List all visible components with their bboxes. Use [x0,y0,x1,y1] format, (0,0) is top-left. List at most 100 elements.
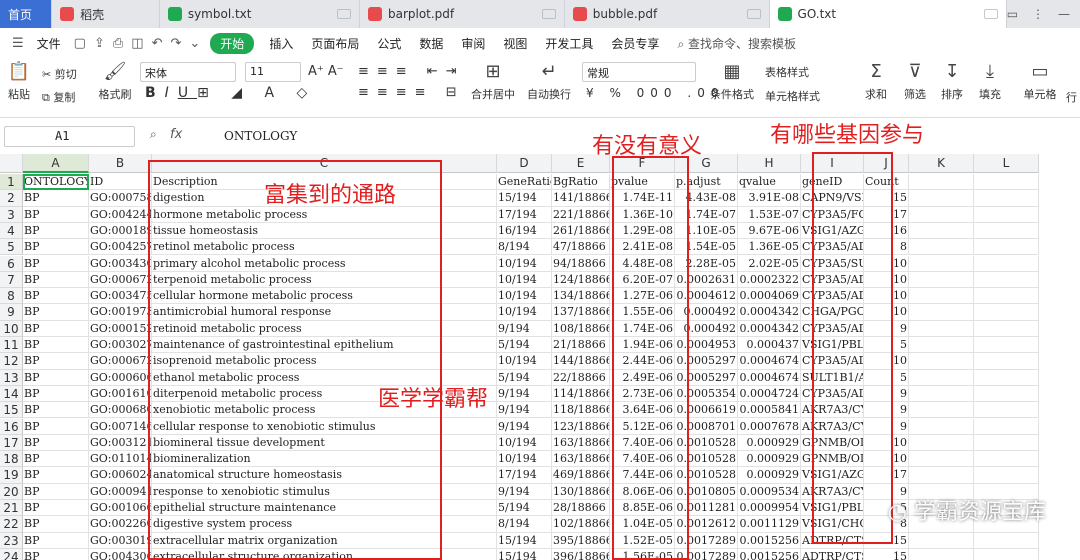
table-cell[interactable]: GO:0030277 [89,337,152,354]
table-cell[interactable]: GO:0007586 [89,190,152,207]
table-cell[interactable]: GO:0009410 [89,483,152,500]
table-cell[interactable] [909,532,974,549]
table-cell[interactable]: 102/18866 [552,516,610,533]
table-cell[interactable]: 47/18866 [552,239,610,256]
table-cell[interactable]: 9/194 [497,320,552,337]
copy-button[interactable]: ⧉ 复制 [42,89,75,105]
tab-4[interactable]: bubble.pdf [565,0,770,28]
table-cell[interactable]: GO:0001523 [89,320,152,337]
table-cell[interactable]: 469/18866 [552,467,610,484]
tab-2[interactable]: symbol.txt [160,0,360,28]
table-cell[interactable]: 9.67E-06 [738,222,801,240]
table-cell[interactable]: 137/18866 [552,304,610,321]
table-cell[interactable]: 15 [864,548,909,560]
row-header[interactable]: 18 [0,451,23,468]
menu-item[interactable]: 审阅 [452,35,494,52]
formula-input[interactable]: ONTOLOGY [224,129,297,143]
font-name-select[interactable]: 宋体 [140,62,236,82]
row-header[interactable]: 5 [0,239,23,256]
table-cell[interactable]: BP [23,271,89,289]
table-cell[interactable]: BP [23,532,89,549]
table-cell[interactable]: 396/18866 [552,548,610,560]
merge-center-button[interactable]: ⊞ 合并居中 [466,62,520,102]
table-cell[interactable]: 15/194 [497,548,552,560]
table-cell[interactable]: 0.000929 [738,451,801,468]
table-cell[interactable]: 10/194 [497,353,552,370]
zoom-icon[interactable]: ⌕ [150,127,157,142]
table-cell[interactable]: 0.0004069 [738,288,801,305]
tab-0[interactable]: 首页 [0,0,53,28]
chevron-down-icon[interactable]: ⌄ [185,36,204,51]
table-cell[interactable] [909,467,974,484]
table-cell[interactable] [909,320,974,337]
table-cell[interactable] [974,548,1039,560]
table-cell[interactable]: 0.000929 [738,467,801,484]
table-cell[interactable] [909,337,974,354]
row-header[interactable]: 12 [0,353,23,370]
tab-5[interactable]: GO.txt [769,0,1007,28]
table-cell[interactable]: GO:0006721 [89,271,152,289]
table-cell[interactable]: 17/194 [497,206,552,223]
table-cell[interactable]: 0.0009534 [738,483,801,500]
format-painter-button[interactable]: 🖌 格式刷 [98,62,132,102]
table-cell[interactable]: 10/194 [497,434,552,452]
table-cell[interactable]: GO:0006067 [89,369,152,386]
table-cell[interactable] [974,304,1039,321]
menu-item[interactable]: 数据 [410,35,452,52]
table-cell[interactable]: BP [23,239,89,256]
window-icon[interactable]: ▭ [1007,7,1018,21]
table-cell[interactable]: BP [23,500,89,517]
table-cell[interactable]: 8/194 [497,239,552,256]
row-header[interactable]: 6 [0,255,23,272]
row-button[interactable]: 行 [1066,89,1077,105]
table-cell[interactable]: BP [23,320,89,337]
tab-window-icon[interactable] [983,9,998,19]
tab-1[interactable]: 稻壳 [52,0,160,28]
table-cell[interactable] [909,239,974,256]
table-cell[interactable]: 0.0004342 [738,320,801,337]
row-header[interactable]: 4 [0,222,23,240]
font-grow-icon[interactable]: A⁺ A⁻ [308,64,344,79]
table-cell[interactable]: GeneRatio [497,174,552,191]
table-cell[interactable] [909,369,974,386]
table-style-button[interactable]: 表格样式 [765,64,809,80]
table-cell[interactable]: 5/194 [497,337,552,354]
table-cell[interactable]: BP [23,337,89,354]
table-cell[interactable]: 5/194 [497,500,552,517]
table-cell[interactable]: 22/18866 [552,369,610,386]
row-header[interactable]: 23 [0,532,23,549]
row-header[interactable]: 13 [0,369,23,386]
table-cell[interactable]: GO:0034754 [89,288,152,305]
row-header[interactable]: 3 [0,206,23,223]
table-cell[interactable]: 0.0005841 [738,402,801,419]
align-horizontal-icons[interactable]: ≡≡≡≡ ⊟ [358,85,465,100]
file-menu[interactable]: 文件 [28,35,70,52]
column-header[interactable]: H [738,154,801,173]
column-header[interactable]: D [497,154,552,173]
table-cell[interactable]: GO:0006720 [89,353,152,370]
table-cell[interactable]: 5/194 [497,369,552,386]
table-cell[interactable]: 16/194 [497,222,552,240]
align-top-icons[interactable]: ≡≡≡ ⇤⇥ [358,64,465,79]
table-cell[interactable] [974,288,1039,305]
table-cell[interactable] [909,255,974,272]
table-cell[interactable]: 10/194 [497,271,552,289]
table-cell[interactable] [909,271,974,289]
sort-button[interactable]: ↧ 排序 [937,62,967,102]
column-header[interactable]: K [909,154,974,173]
table-cell[interactable]: GO:0010669 [89,500,152,517]
table-cell[interactable]: 9/194 [497,418,552,435]
row-header[interactable]: 8 [0,288,23,305]
table-cell[interactable]: GO:0030198 [89,532,152,549]
row-header[interactable]: 16 [0,418,23,435]
table-cell[interactable]: qvalue [738,174,801,191]
table-cell[interactable]: 3.91E-08 [738,190,801,207]
row-header[interactable]: 9 [0,304,23,321]
table-cell[interactable]: BP [23,483,89,500]
more-icon[interactable]: ⋮ [1032,7,1044,21]
table-cell[interactable] [974,434,1039,452]
column-header[interactable]: L [974,154,1039,173]
table-cell[interactable]: 15/194 [497,532,552,549]
table-cell[interactable] [909,353,974,370]
table-cell[interactable]: 10/194 [497,255,552,272]
